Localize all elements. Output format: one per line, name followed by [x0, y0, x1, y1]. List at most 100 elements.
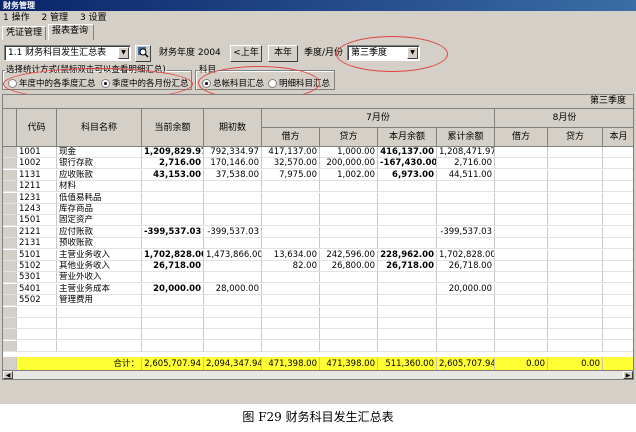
table-cell[interactable]	[495, 283, 548, 295]
table-cell[interactable]	[378, 192, 437, 204]
table-cell[interactable]: 2,716.00	[142, 158, 204, 170]
col-cumulative[interactable]: 累计余额	[437, 128, 495, 147]
table-cell[interactable]	[603, 272, 633, 284]
table-cell[interactable]: 主营业务收入	[57, 249, 142, 261]
table-cell[interactable]	[262, 283, 320, 295]
table-cell[interactable]: 主营业务成本	[57, 283, 142, 295]
table-cell[interactable]	[320, 192, 378, 204]
prev-year-button[interactable]: <上年	[230, 45, 262, 62]
table-cell[interactable]: 37,538.00	[204, 169, 262, 181]
table-cell[interactable]: 预收账款	[57, 238, 142, 250]
table-cell[interactable]	[378, 295, 437, 307]
table-cell[interactable]: 20,000.00	[142, 283, 204, 295]
table-cell[interactable]: 228,962.00	[378, 249, 437, 261]
table-cell[interactable]	[495, 261, 548, 272]
table-cell[interactable]	[378, 181, 437, 193]
table-cell[interactable]	[548, 249, 603, 261]
table-cell[interactable]	[495, 238, 548, 250]
table-cell[interactable]: 82.00	[262, 261, 320, 272]
table-cell[interactable]: 5502	[17, 295, 57, 307]
table-cell[interactable]: 应付账款	[57, 226, 142, 238]
table-cell[interactable]: 26,718.00	[437, 261, 495, 272]
table-cell[interactable]	[262, 238, 320, 250]
table-cell[interactable]: 5401	[17, 283, 57, 295]
table-cell[interactable]: 1,702,828.00	[437, 249, 495, 261]
table-cell[interactable]: 营业外收入	[57, 272, 142, 284]
table-cell[interactable]	[320, 295, 378, 307]
table-cell[interactable]	[204, 192, 262, 204]
this-year-button[interactable]: 本年	[268, 45, 298, 62]
row-selector[interactable]	[3, 169, 17, 181]
table-cell[interactable]: 库存商品	[57, 204, 142, 215]
row-selector[interactable]	[3, 192, 17, 204]
table-cell[interactable]: 其他业务收入	[57, 261, 142, 272]
table-cell[interactable]: 7,975.00	[262, 169, 320, 181]
table-cell[interactable]: 792,334.97	[204, 147, 262, 158]
table-cell[interactable]	[378, 283, 437, 295]
table-cell[interactable]: 管理费用	[57, 295, 142, 307]
table-cell[interactable]	[320, 215, 378, 227]
table-cell[interactable]	[378, 238, 437, 250]
table-cell[interactable]: -399,537.03	[142, 226, 204, 238]
menu-manage[interactable]: 2 管理	[41, 13, 68, 23]
table-cell[interactable]	[320, 238, 378, 250]
table-cell[interactable]	[603, 295, 633, 307]
table-cell[interactable]	[603, 204, 633, 215]
table-cell[interactable]: 1211	[17, 181, 57, 193]
table-cell[interactable]: 1001	[17, 147, 57, 158]
tab-voucher[interactable]: 凭证管理	[2, 26, 46, 40]
table-cell[interactable]	[378, 226, 437, 238]
table-cell[interactable]	[548, 147, 603, 158]
col-month-balance[interactable]: 本月余额	[378, 128, 437, 147]
row-selector[interactable]	[3, 283, 17, 295]
table-cell[interactable]	[437, 192, 495, 204]
table-cell[interactable]	[142, 215, 204, 227]
table-cell[interactable]: 1,209,829.97	[142, 147, 204, 158]
table-cell[interactable]	[142, 192, 204, 204]
table-cell[interactable]	[204, 295, 262, 307]
table-cell[interactable]	[548, 169, 603, 181]
table-cell[interactable]: 242,596.00	[320, 249, 378, 261]
table-cell[interactable]: 1,002.00	[320, 169, 378, 181]
table-cell[interactable]: 银行存款	[57, 158, 142, 170]
table-cell[interactable]: 1,000.00	[320, 147, 378, 158]
table-cell[interactable]: 26,718.00	[378, 261, 437, 272]
table-cell[interactable]	[548, 261, 603, 272]
table-cell[interactable]	[204, 204, 262, 215]
table-cell[interactable]	[204, 272, 262, 284]
table-cell[interactable]	[378, 272, 437, 284]
table-cell[interactable]	[495, 204, 548, 215]
table-cell[interactable]: 44,511.00	[437, 169, 495, 181]
table-cell[interactable]	[437, 181, 495, 193]
table-cell[interactable]	[262, 272, 320, 284]
table-cell[interactable]: 1002	[17, 158, 57, 170]
row-selector[interactable]	[3, 238, 17, 250]
table-cell[interactable]: 6,973.00	[378, 169, 437, 181]
table-cell[interactable]	[495, 181, 548, 193]
row-selector[interactable]	[3, 272, 17, 284]
table-cell[interactable]: 13,634.00	[262, 249, 320, 261]
table-cell[interactable]: 28,000.00	[204, 283, 262, 295]
table-cell[interactable]: -167,430.00	[378, 158, 437, 170]
table-cell[interactable]: 26,800.00	[320, 261, 378, 272]
table-cell[interactable]	[495, 295, 548, 307]
table-cell[interactable]: 低值易耗品	[57, 192, 142, 204]
table-cell[interactable]	[495, 192, 548, 204]
table-cell[interactable]	[603, 147, 633, 158]
tab-report[interactable]: 报表查询	[48, 24, 94, 40]
row-selector[interactable]	[3, 215, 17, 227]
row-selector[interactable]	[3, 204, 17, 215]
table-cell[interactable]	[204, 181, 262, 193]
table-cell[interactable]	[548, 272, 603, 284]
table-cell[interactable]	[142, 204, 204, 215]
table-cell[interactable]	[603, 261, 633, 272]
table-cell[interactable]	[142, 181, 204, 193]
table-cell[interactable]	[320, 226, 378, 238]
table-cell[interactable]	[603, 170, 633, 181]
table-cell[interactable]	[262, 215, 320, 227]
table-cell[interactable]	[603, 193, 633, 204]
table-cell[interactable]: 2,716.00	[437, 158, 495, 170]
col-credit-aug[interactable]: 贷方	[548, 128, 603, 147]
col-credit[interactable]: 贷方	[320, 128, 378, 147]
table-cell[interactable]	[204, 261, 262, 272]
